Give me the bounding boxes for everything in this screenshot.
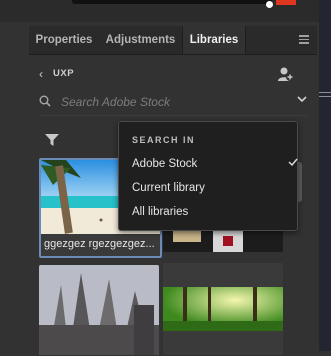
timeline-knob[interactable]	[266, 1, 273, 8]
dropdown-option-current-library[interactable]: Current library	[132, 178, 292, 198]
tab-properties[interactable]: Properties	[29, 26, 99, 54]
panel-tabs: Properties Adjustments Libraries	[29, 26, 317, 55]
library-item-label: ggezgez rgezgezgez...	[44, 238, 155, 250]
chevron-left-icon[interactable]: ‹	[39, 67, 43, 81]
search-divider	[39, 115, 307, 116]
divider-line	[319, 96, 331, 97]
dropdown-option-label: Adobe Stock	[132, 158, 198, 170]
library-name: UXP	[53, 68, 75, 79]
library-item-thumbnail[interactable]	[163, 263, 283, 355]
dropdown-title: SEARCH IN	[132, 135, 196, 145]
dropdown-option-label: All libraries	[132, 206, 189, 218]
timeline-bar	[72, 0, 272, 4]
search-in-dropdown: SEARCH IN Adobe Stock Current library Al…	[118, 121, 298, 231]
tab-adjustments[interactable]: Adjustments	[99, 26, 182, 54]
cathedral-thumbnail[interactable]	[39, 265, 159, 355]
top-strip	[0, 0, 331, 22]
library-header: ‹ UXP	[29, 64, 317, 84]
right-edge-strip	[319, 0, 331, 351]
record-indicator	[276, 0, 296, 5]
dropdown-option-adobe-stock[interactable]: Adobe Stock	[132, 154, 298, 174]
tab-libraries[interactable]: Libraries	[182, 26, 246, 54]
search-icon	[39, 95, 51, 107]
panel-menu-icon[interactable]	[299, 35, 309, 44]
forest-thumbnail	[163, 287, 283, 331]
filter-icon[interactable]	[45, 133, 59, 147]
chevron-down-icon[interactable]	[297, 96, 307, 103]
dropdown-option-label: Current library	[132, 182, 205, 194]
search-bar	[39, 91, 307, 113]
dropdown-option-all-libraries[interactable]: All libraries	[132, 202, 292, 222]
add-user-icon[interactable]	[277, 66, 295, 82]
search-input[interactable]	[59, 92, 283, 112]
divider-line	[319, 92, 331, 93]
checkmark-icon	[288, 158, 298, 167]
